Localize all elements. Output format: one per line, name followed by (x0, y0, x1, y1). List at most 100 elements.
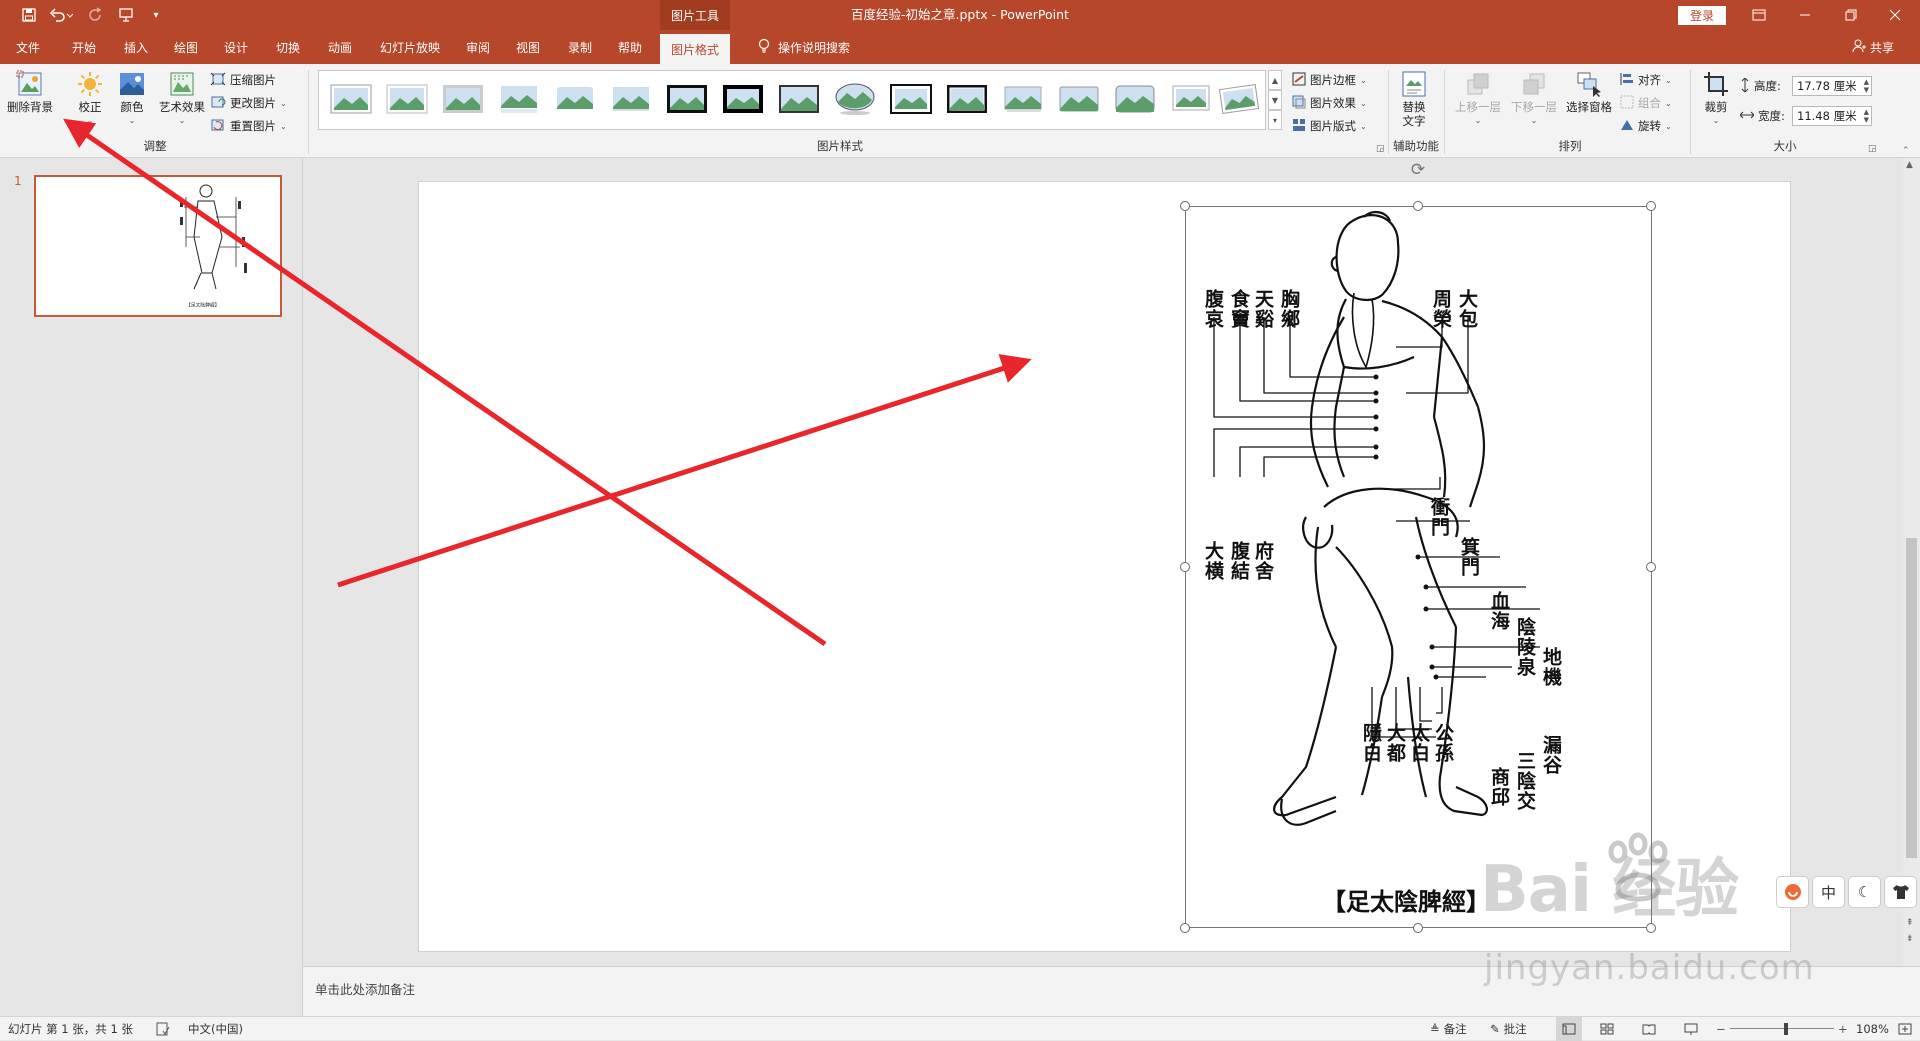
compress-pictures-button[interactable]: 压缩图片 (210, 70, 276, 90)
share-button[interactable]: 共享 (1852, 30, 1894, 64)
collapse-ribbon-icon[interactable]: ⌃ (1902, 146, 1912, 156)
rotate-handle-icon[interactable]: ⟳ (1408, 161, 1428, 181)
picture-style-thumb[interactable] (1057, 80, 1101, 118)
spell-check-icon[interactable] (156, 1017, 170, 1041)
remove-background-button[interactable]: 删除背景 (6, 70, 54, 114)
resize-handle-bottom-right[interactable] (1646, 923, 1656, 933)
previous-slide-icon[interactable]: ⇞ (1906, 918, 1914, 928)
zoom-in-icon[interactable]: + (1838, 1017, 1848, 1041)
artistic-effects-button[interactable]: 艺术效果 ⌄ (154, 70, 210, 128)
dialog-launcher-icon[interactable]: ◲ (1868, 144, 1878, 154)
next-slide-icon[interactable]: ⇟ (1906, 934, 1914, 944)
picture-style-thumb[interactable] (665, 80, 709, 118)
resize-handle-left[interactable] (1180, 562, 1190, 572)
ribbon-display-options-icon[interactable] (1748, 0, 1770, 30)
picture-style-thumb[interactable] (889, 80, 933, 118)
shirt-icon[interactable] (1884, 876, 1917, 908)
bring-forward-button[interactable]: 上移一层 ⌄ (1450, 70, 1506, 128)
crop-button[interactable]: 裁剪 ⌄ (1696, 70, 1736, 128)
picture-style-thumb[interactable] (385, 80, 429, 118)
tab-review[interactable]: 审阅 (456, 30, 500, 64)
zoom-slider[interactable] (1730, 1017, 1834, 1041)
picture-style-thumb[interactable] (609, 80, 653, 118)
tab-help[interactable]: 帮助 (608, 30, 652, 64)
change-picture-button[interactable]: 更改图片 ⌄ (210, 93, 287, 113)
tab-view[interactable]: 视图 (506, 30, 550, 64)
close-icon[interactable] (1880, 0, 1910, 30)
alt-text-button[interactable]: 替换 文字 (1394, 70, 1434, 128)
corrections-button[interactable]: 校正 ⌄ (70, 70, 110, 128)
scrollbar-thumb[interactable] (1906, 538, 1917, 858)
save-icon[interactable] (18, 0, 40, 30)
sogou-logo-icon[interactable] (1776, 876, 1809, 908)
height-input[interactable]: 17.78 厘米 ▲ ▼ (1792, 76, 1872, 96)
tab-transitions[interactable]: 切换 (266, 30, 310, 64)
zoom-level[interactable]: 108% (1856, 1017, 1889, 1041)
reset-picture-button[interactable]: 重置图片 ⌄ (210, 116, 287, 136)
slideshow-view-icon[interactable] (1684, 1017, 1698, 1041)
restore-icon[interactable] (1836, 0, 1866, 30)
normal-view-icon[interactable] (1556, 1017, 1582, 1041)
spinner-icon[interactable]: ▲ ▼ (1864, 108, 1869, 124)
gallery-scroll-up-icon[interactable]: ▲ (1268, 70, 1282, 90)
group-button[interactable]: 组合 ⌄ (1620, 93, 1672, 113)
language-indicator[interactable]: 中文(中国) (188, 1017, 243, 1041)
spinner-icon[interactable]: ▲ ▼ (1864, 78, 1869, 94)
fit-slide-icon[interactable] (1898, 1017, 1912, 1041)
resize-handle-bottom-left[interactable] (1180, 923, 1190, 933)
reading-view-icon[interactable] (1642, 1017, 1656, 1041)
redo-icon[interactable] (84, 0, 106, 30)
resize-handle-top-right[interactable] (1646, 201, 1656, 211)
picture-style-thumb[interactable] (553, 80, 597, 118)
comments-toggle[interactable]: ✎ 批注 (1490, 1017, 1527, 1041)
tab-animations[interactable]: 动画 (318, 30, 362, 64)
picture-style-thumb[interactable] (1169, 80, 1213, 118)
gallery-more-icon[interactable]: ▾ (1268, 110, 1282, 130)
slide-thumbnail[interactable]: 【足太陰脾經】 (34, 175, 282, 317)
selection-pane-button[interactable]: 选择窗格 (1562, 70, 1616, 114)
tab-file[interactable]: 文件 (6, 30, 50, 64)
picture-border-button[interactable]: 图片边框 ⌄ (1292, 70, 1367, 90)
undo-icon[interactable] (46, 0, 76, 30)
login-button[interactable]: 登录 (1678, 6, 1726, 25)
scroll-up-icon[interactable]: ▲ (1906, 160, 1913, 170)
color-button[interactable]: 颜色 ⌄ (112, 70, 152, 128)
tab-insert[interactable]: 插入 (114, 30, 158, 64)
picture-style-thumb[interactable] (1113, 80, 1157, 118)
minimize-icon[interactable] (1790, 0, 1820, 30)
picture-style-thumb[interactable] (329, 80, 373, 118)
notes-pane[interactable]: 单击此处添加备注 (303, 966, 1920, 1016)
zoom-out-icon[interactable]: − (1716, 1017, 1726, 1041)
moon-icon[interactable]: ☾ (1848, 876, 1881, 908)
picture-style-thumb[interactable] (1217, 80, 1261, 118)
resize-handle-top[interactable] (1413, 201, 1423, 211)
tab-home[interactable]: 开始 (62, 30, 106, 64)
picture-style-thumb[interactable] (833, 80, 877, 118)
zoom-slider-thumb[interactable] (1784, 1023, 1788, 1035)
picture-layout-button[interactable]: 图片版式 ⌄ (1292, 116, 1367, 136)
notes-toggle[interactable]: ≜ 备注 (1430, 1017, 1467, 1041)
dialog-launcher-icon[interactable]: ◲ (1376, 144, 1386, 154)
picture-style-thumb[interactable] (721, 80, 765, 118)
resize-handle-bottom[interactable] (1413, 923, 1423, 933)
picture-style-thumb[interactable] (945, 80, 989, 118)
tab-design[interactable]: 设计 (214, 30, 258, 64)
send-backward-button[interactable]: 下移一层 ⌄ (1506, 70, 1562, 128)
align-button[interactable]: 对齐 ⌄ (1620, 70, 1672, 90)
ime-mode-toggle[interactable]: 中 (1812, 876, 1845, 908)
start-presentation-icon[interactable] (112, 0, 142, 30)
tab-draw[interactable]: 绘图 (164, 30, 208, 64)
rotate-button[interactable]: 旋转 ⌄ (1620, 116, 1672, 136)
tab-record[interactable]: 录制 (558, 30, 602, 64)
picture-effects-button[interactable]: 图片效果 ⌄ (1292, 93, 1367, 113)
resize-handle-top-left[interactable] (1180, 201, 1190, 211)
picture-style-thumb[interactable] (1001, 80, 1045, 118)
picture-style-thumb[interactable] (497, 80, 541, 118)
customize-qat-icon[interactable]: ▾ (148, 0, 164, 30)
resize-handle-right[interactable] (1646, 562, 1656, 572)
gallery-scroll-down-icon[interactable]: ▼ (1268, 90, 1282, 110)
picture-style-thumb[interactable] (777, 80, 821, 118)
picture-style-thumb[interactable] (441, 80, 485, 118)
width-input[interactable]: 11.48 厘米 ▲ ▼ (1792, 106, 1872, 126)
tab-slideshow[interactable]: 幻灯片放映 (374, 30, 446, 64)
